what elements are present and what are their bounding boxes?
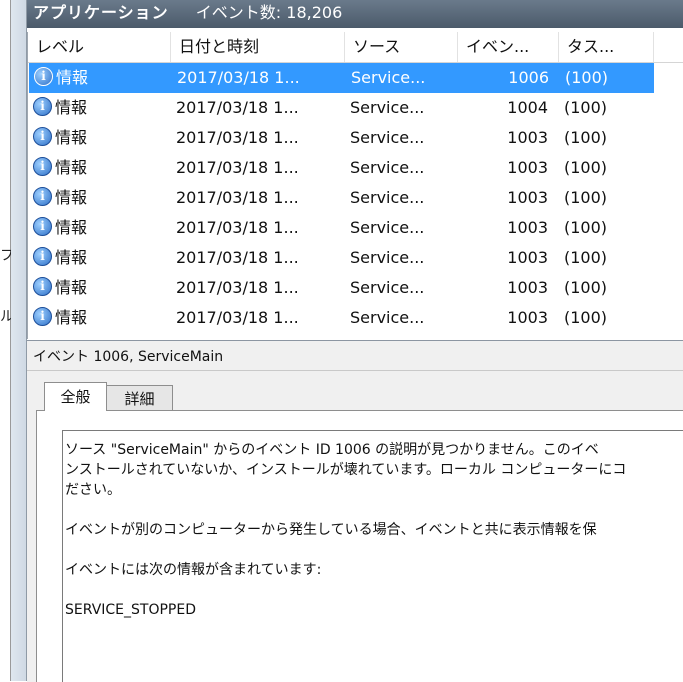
left-pane-clipped: フ ル [0, 0, 14, 681]
source-cell: Service... [350, 98, 425, 117]
level-cell: i 情報 [33, 213, 87, 243]
source-cell: Service... [350, 158, 425, 177]
event-count: イベント数: 18,206 [195, 3, 343, 22]
column-header-event-id[interactable]: イベン... [458, 32, 559, 62]
level-text: 情報 [55, 188, 88, 207]
level-text: 情報 [55, 158, 88, 177]
datetime-cell: 2017/03/18 1... [177, 68, 300, 87]
datetime-cell: 2017/03/18 1... [176, 128, 299, 147]
event-id-cell: 1003 [507, 158, 548, 177]
level-cell: i 情報 [33, 273, 87, 303]
task-cell: (100) [564, 278, 608, 297]
column-header-source[interactable]: ソース [345, 32, 458, 62]
info-icon: i [33, 97, 52, 116]
tab-general[interactable]: 全般 [44, 382, 107, 411]
info-icon: i [33, 307, 52, 326]
level-cell: i 情報 [33, 303, 87, 333]
event-id-cell: 1004 [507, 98, 548, 117]
table-row[interactable]: i 情報 2017/03/18 1... Service... 1003 (100) [28, 153, 683, 183]
source-cell: Service... [350, 188, 425, 207]
log-name: アプリケーション [33, 3, 169, 22]
source-cell: Service... [350, 278, 425, 297]
level-cell: i 情報 [33, 183, 87, 213]
level-text: 情報 [55, 248, 88, 267]
description-line: SERVICE_STOPPED [65, 602, 196, 618]
event-id-cell: 1003 [507, 308, 548, 327]
details-title: イベント 1006, ServiceMain [33, 349, 224, 365]
info-icon: i [33, 217, 52, 236]
table-row[interactable]: i 情報 2017/03/18 1... Service... 1003 (100) [28, 303, 683, 333]
info-icon: i [33, 277, 52, 296]
task-cell: (100) [565, 68, 609, 87]
event-id-cell: 1003 [507, 278, 548, 297]
description-line: ソース "ServiceMain" からのイベント ID 1006 の説明が見つ… [65, 442, 599, 458]
task-cell: (100) [564, 248, 608, 267]
event-id-cell: 1003 [507, 188, 548, 207]
event-table: レベル 日付と時刻 ソース イベン... タス... i 情報 2017/03/18… [27, 32, 683, 339]
tab-details[interactable]: 詳細 [106, 385, 173, 411]
source-cell: Service... [350, 128, 425, 147]
divider [27, 370, 683, 371]
datetime-cell: 2017/03/18 1... [176, 218, 299, 237]
event-id-cell: 1003 [507, 128, 548, 147]
datetime-cell: 2017/03/18 1... [176, 248, 299, 267]
datetime-cell: 2017/03/18 1... [176, 188, 299, 207]
event-description[interactable]: ソース "ServiceMain" からのイベント ID 1006 の説明が見つ… [62, 430, 683, 682]
task-cell: (100) [564, 218, 608, 237]
table-row[interactable]: i 情報 2017/03/18 1... Service... 1006 (100) [29, 63, 654, 93]
source-cell: Service... [350, 218, 425, 237]
info-icon: i [33, 127, 52, 146]
info-icon: i [33, 247, 52, 266]
table-row[interactable]: i 情報 2017/03/18 1... Service... 1003 (100) [28, 243, 683, 273]
level-text: 情報 [55, 98, 88, 117]
task-cell: (100) [564, 98, 608, 117]
level-cell: i 情報 [33, 93, 87, 123]
level-cell: i 情報 [33, 243, 87, 273]
event-id-cell: 1006 [508, 68, 549, 87]
source-cell: Service... [350, 308, 425, 327]
column-header-datetime[interactable]: 日付と時刻 [171, 32, 345, 62]
source-cell: Service... [350, 248, 425, 267]
description-line [63, 540, 683, 560]
description-line [63, 580, 683, 600]
level-cell: i 情報 [34, 63, 88, 93]
level-text: 情報 [55, 128, 88, 147]
column-header-level[interactable]: レベル [28, 32, 171, 62]
level-text: 情報 [55, 308, 88, 327]
table-row[interactable]: i 情報 2017/03/18 1... Service... 1004 (100) [28, 93, 683, 123]
pane-splitter[interactable] [11, 0, 27, 681]
level-text: 情報 [56, 68, 89, 87]
info-icon: i [33, 157, 52, 176]
log-header: アプリケーション イベント数: 18,206 [27, 0, 683, 28]
column-header-task[interactable]: タス... [559, 32, 654, 62]
datetime-cell: 2017/03/18 1... [176, 98, 299, 117]
table-row[interactable]: i 情報 2017/03/18 1... Service... 1003 (100) [28, 213, 683, 243]
description-line: ンストールされていないか、インストールが壊れています。ローカル コンピューターに… [65, 462, 627, 478]
event-id-cell: 1003 [507, 218, 548, 237]
level-cell: i 情報 [33, 123, 87, 153]
datetime-cell: 2017/03/18 1... [176, 278, 299, 297]
table-row[interactable]: i 情報 2017/03/18 1... Service... 1003 (100) [28, 273, 683, 303]
description-line: イベントが別のコンピューターから発生している場合、イベントと共に表示情報を保 [65, 522, 597, 538]
level-cell: i 情報 [33, 153, 87, 183]
level-text: 情報 [55, 218, 88, 237]
description-line [63, 500, 683, 520]
task-cell: (100) [564, 188, 608, 207]
info-icon: i [33, 187, 52, 206]
event-id-cell: 1003 [507, 248, 548, 267]
datetime-cell: 2017/03/18 1... [176, 308, 299, 327]
info-icon: i [34, 67, 53, 86]
task-cell: (100) [564, 158, 608, 177]
datetime-cell: 2017/03/18 1... [176, 158, 299, 177]
description-line: ださい。 [65, 482, 121, 498]
table-header: レベル 日付と時刻 ソース イベン... タス... [28, 32, 683, 63]
table-row[interactable]: i 情報 2017/03/18 1... Service... 1003 (100) [28, 183, 683, 213]
source-cell: Service... [351, 68, 426, 87]
description-line: イベントには次の情報が含まれています: [65, 562, 322, 578]
table-row[interactable]: i 情報 2017/03/18 1... Service... 1003 (100) [28, 123, 683, 153]
level-text: 情報 [55, 278, 88, 297]
task-cell: (100) [564, 308, 608, 327]
task-cell: (100) [564, 128, 608, 147]
